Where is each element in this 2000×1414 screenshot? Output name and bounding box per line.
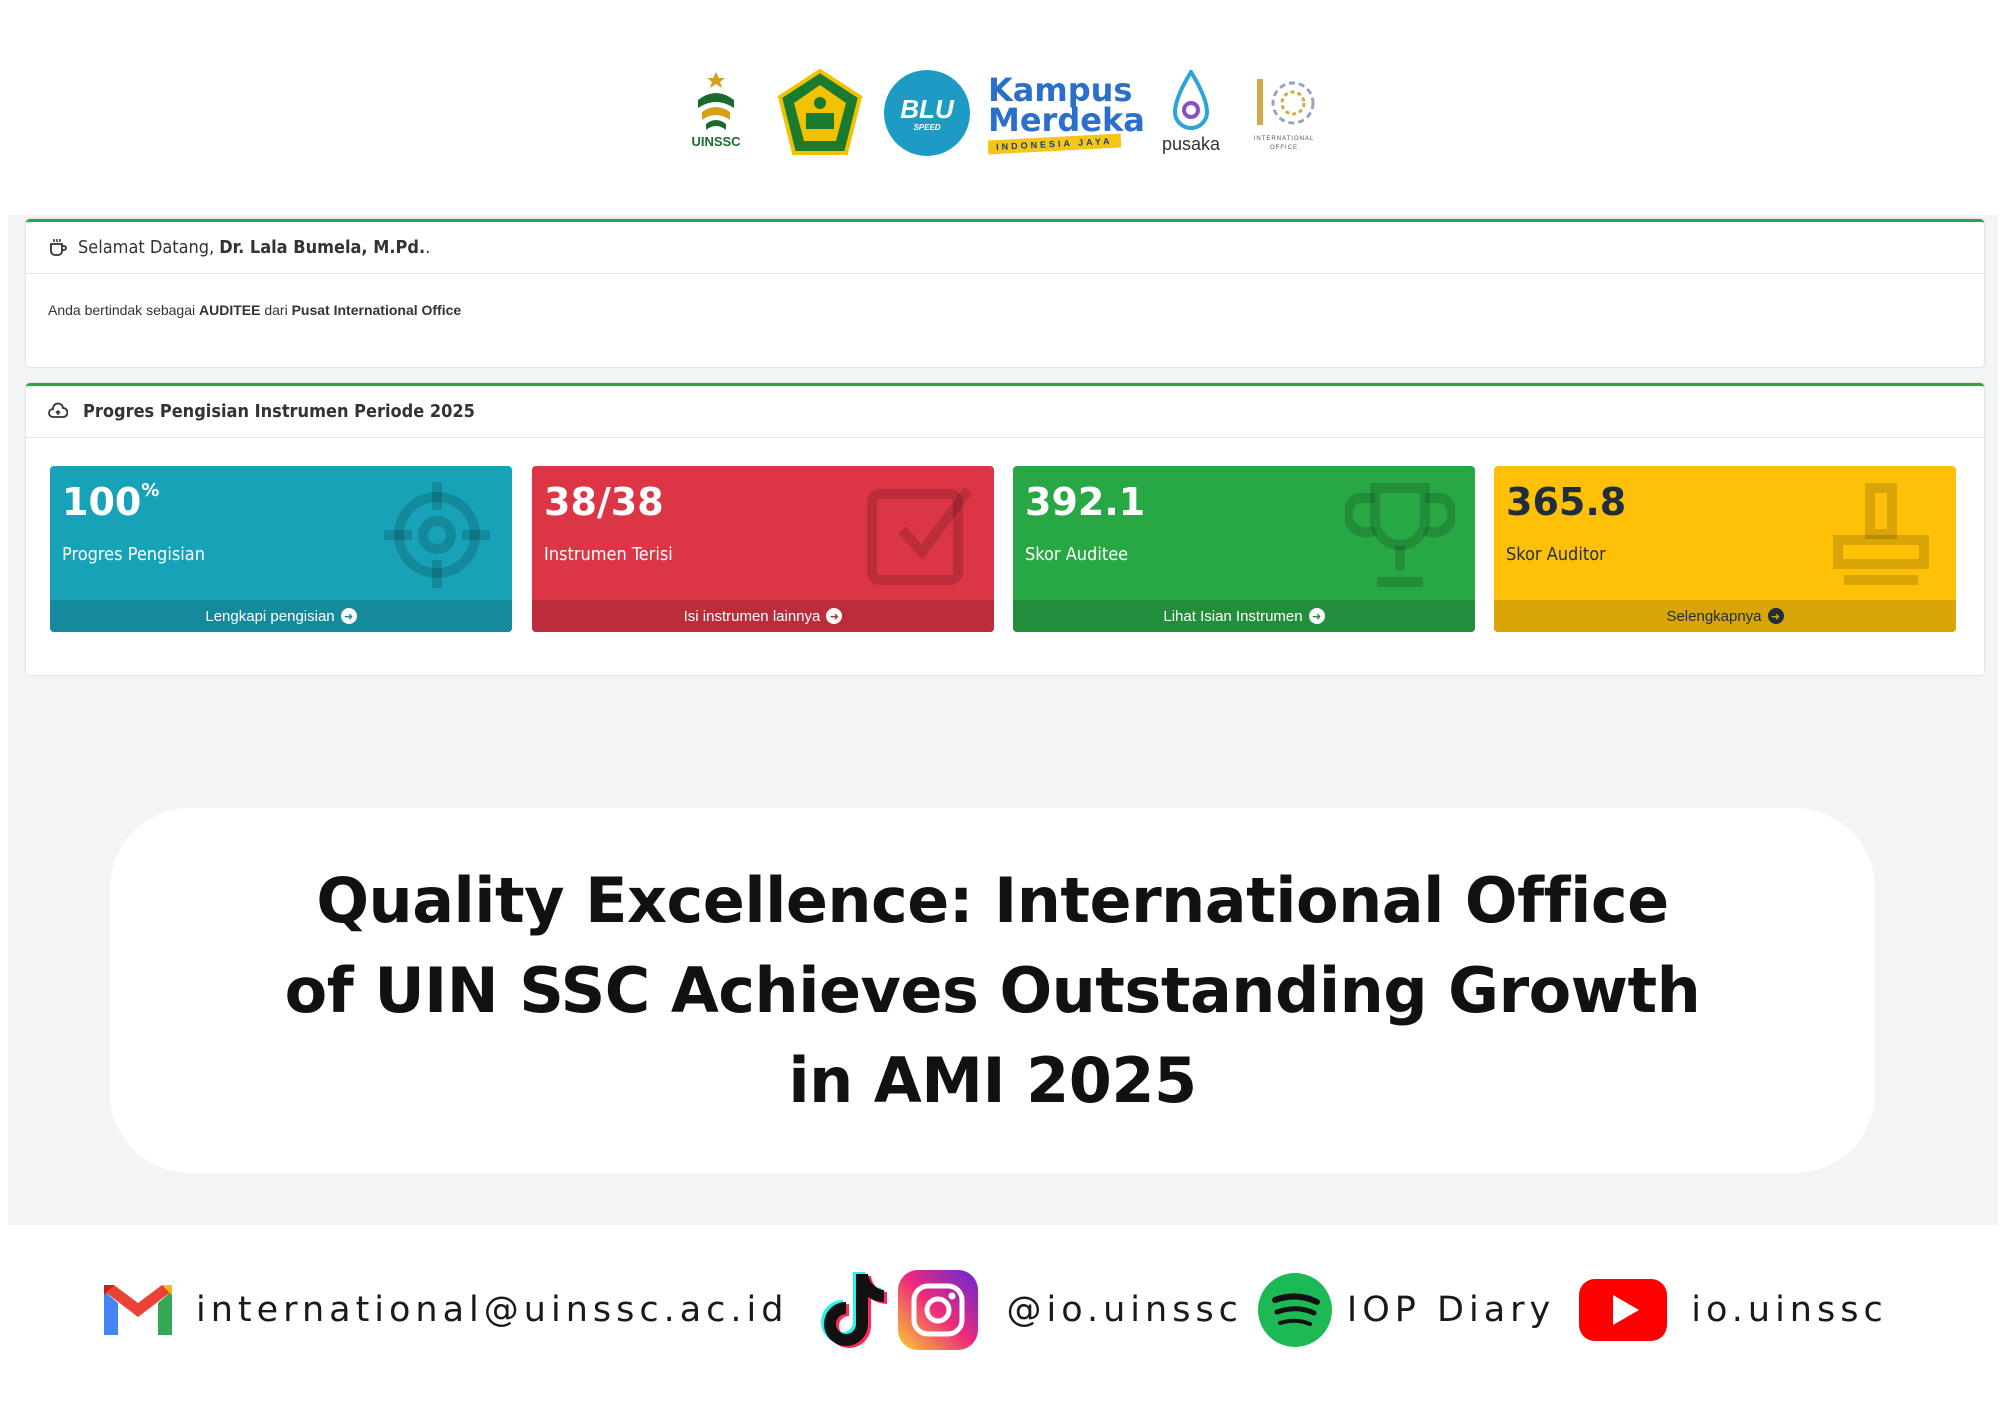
trophy-icon	[1345, 483, 1455, 587]
kampus-logo-line1: Kampus	[988, 70, 1133, 109]
pusaka-logo-text: pusaka	[1161, 134, 1221, 154]
io-logo-line1: INTERNATIONAL	[1253, 135, 1315, 142]
instrumen-terisi-box: 38/38 Instrumen Terisi Isi instrumen lai…	[532, 466, 994, 632]
instagram-handle: @io.uinssc	[1006, 1290, 1243, 1330]
role-value: AUDITEE	[199, 302, 261, 318]
lihat-isian-instrumen-label: Lihat Isian Instrumen	[1163, 607, 1303, 625]
progress-card: Progres Pengisian Instrumen Periode 2025…	[26, 383, 1984, 675]
arrow-circle-right-icon: ➜	[340, 608, 357, 624]
skor-auditee-label: Skor Auditee	[1025, 544, 1129, 565]
headline-line-3: in AMI 2025	[788, 1043, 1197, 1117]
progress-box: 100% Progres Pengisian Lengkapi pengisia…	[50, 466, 512, 632]
spotify-show-name: IOP Diary	[1346, 1290, 1556, 1330]
partner-logos: UINSSC BLU SPEED Kampus Merdeka INDONESI…	[0, 55, 2000, 170]
lihat-isian-instrumen-link[interactable]: Lihat Isian Instrumen ➜	[1013, 600, 1475, 632]
isi-instrumen-lainnya-label: Isi instrumen lainnya	[683, 607, 821, 625]
role-prefix: Anda bertindak sebagai	[48, 302, 196, 318]
skor-auditee-value: 392.1	[1025, 480, 1146, 524]
welcome-greeting: Selamat Datang,	[78, 237, 215, 258]
arrow-circle-right-icon: ➜	[1308, 608, 1325, 624]
selengkapnya-label: Selengkapnya	[1666, 607, 1762, 625]
check-square-icon	[867, 487, 973, 585]
role-statement: Anda bertindak sebagai AUDITEE dari Pusa…	[26, 274, 1984, 318]
uinssc-logo-text: UINSSC	[691, 134, 741, 149]
skor-auditor-label: Skor Auditor	[1506, 544, 1606, 565]
skor-auditor-box: 365.8 Skor Auditor Selengkapnya ➜	[1494, 466, 1956, 632]
skor-auditor-value: 365.8	[1506, 480, 1627, 524]
youtube-icon[interactable]	[1577, 1277, 1669, 1343]
cloud-upload-icon	[48, 402, 68, 418]
kampus-merdeka-logo: Kampus Merdeka INDONESIA JAYA	[987, 68, 1145, 158]
lengkapi-pengisian-link[interactable]: Lengkapi pengisian ➜	[50, 600, 512, 632]
progress-label: Progres Pengisian	[62, 544, 205, 565]
isi-instrumen-lainnya-link[interactable]: Isi instrumen lainnya ➜	[532, 600, 994, 632]
pusaka-logo: pusaka	[1156, 65, 1226, 161]
spotify-icon[interactable]	[1257, 1272, 1333, 1348]
email-address: international@uinssc.ac.id	[196, 1290, 789, 1330]
headline-line-2: of UIN SSC Achieves Outstanding Growth	[284, 953, 1701, 1027]
io-logo-line2: OFFICE	[1270, 144, 1298, 151]
social-footer: international@uinssc.ac.id @io.uinssc IO…	[100, 1265, 1940, 1355]
small-boxes: 100% Progres Pengisian Lengkapi pengisia…	[50, 466, 1960, 632]
unit-value: Pusat International Office	[291, 302, 462, 318]
pusaka-drop-icon	[1172, 70, 1210, 130]
uinssc-emblem-icon	[698, 72, 734, 130]
youtube-channel: io.uinssc	[1691, 1290, 1888, 1330]
welcome-user-name: Dr. Lala Bumela, M.Pd.	[219, 237, 426, 258]
email-contact[interactable]: international@uinssc.ac.id	[100, 1281, 788, 1339]
io-emblem-icon	[1257, 78, 1315, 125]
stamp-icon	[1833, 483, 1929, 585]
uinssc-logo: UINSSC	[676, 63, 756, 163]
welcome-user-suffix: .	[425, 237, 431, 258]
progress-value-suffix: %	[141, 480, 160, 501]
instagram-icon[interactable]	[898, 1270, 979, 1350]
blu-logo-text: BLU	[900, 93, 954, 124]
blu-logo: BLU SPEED	[884, 69, 970, 156]
kemenag-emblem-icon	[777, 68, 863, 155]
arrow-circle-right-icon: ➜	[826, 608, 843, 624]
gmail-icon	[104, 1285, 172, 1335]
unit-prefix: dari	[264, 302, 288, 318]
progress-value: 100	[62, 480, 142, 524]
instrumen-terisi-value: 38/38	[544, 480, 664, 524]
kemenag-logo	[774, 67, 866, 159]
international-office-logo: INTERNATIONAL OFFICE	[1244, 65, 1324, 161]
skor-auditee-box: 392.1 Skor Auditee Lihat Isian Instrumen…	[1013, 466, 1475, 632]
progress-card-title: Progres Pengisian Instrumen Periode 2025	[83, 401, 475, 422]
tiktok-icon[interactable]	[816, 1268, 892, 1352]
headline-line-1: Quality Excellence: International Office	[316, 863, 1669, 937]
progress-card-header: Progres Pengisian Instrumen Periode 2025	[26, 386, 1984, 438]
kampus-logo-line2: Merdeka	[988, 100, 1145, 139]
blu-logo-sub: SPEED	[913, 122, 941, 132]
instrumen-terisi-label: Instrumen Terisi	[544, 544, 673, 565]
welcome-card-header: Selamat Datang, Dr. Lala Bumela, M.Pd. .	[26, 222, 1984, 274]
coffee-icon	[50, 238, 67, 256]
arrow-circle-right-icon: ➜	[1767, 608, 1784, 624]
welcome-card: Selamat Datang, Dr. Lala Bumela, M.Pd. .…	[26, 219, 1984, 367]
headline-banner: Quality Excellence: International Office…	[110, 808, 1875, 1173]
selengkapnya-link[interactable]: Selengkapnya ➜	[1494, 600, 1956, 632]
crosshairs-icon	[384, 482, 490, 588]
lengkapi-pengisian-label: Lengkapi pengisian	[205, 607, 335, 625]
